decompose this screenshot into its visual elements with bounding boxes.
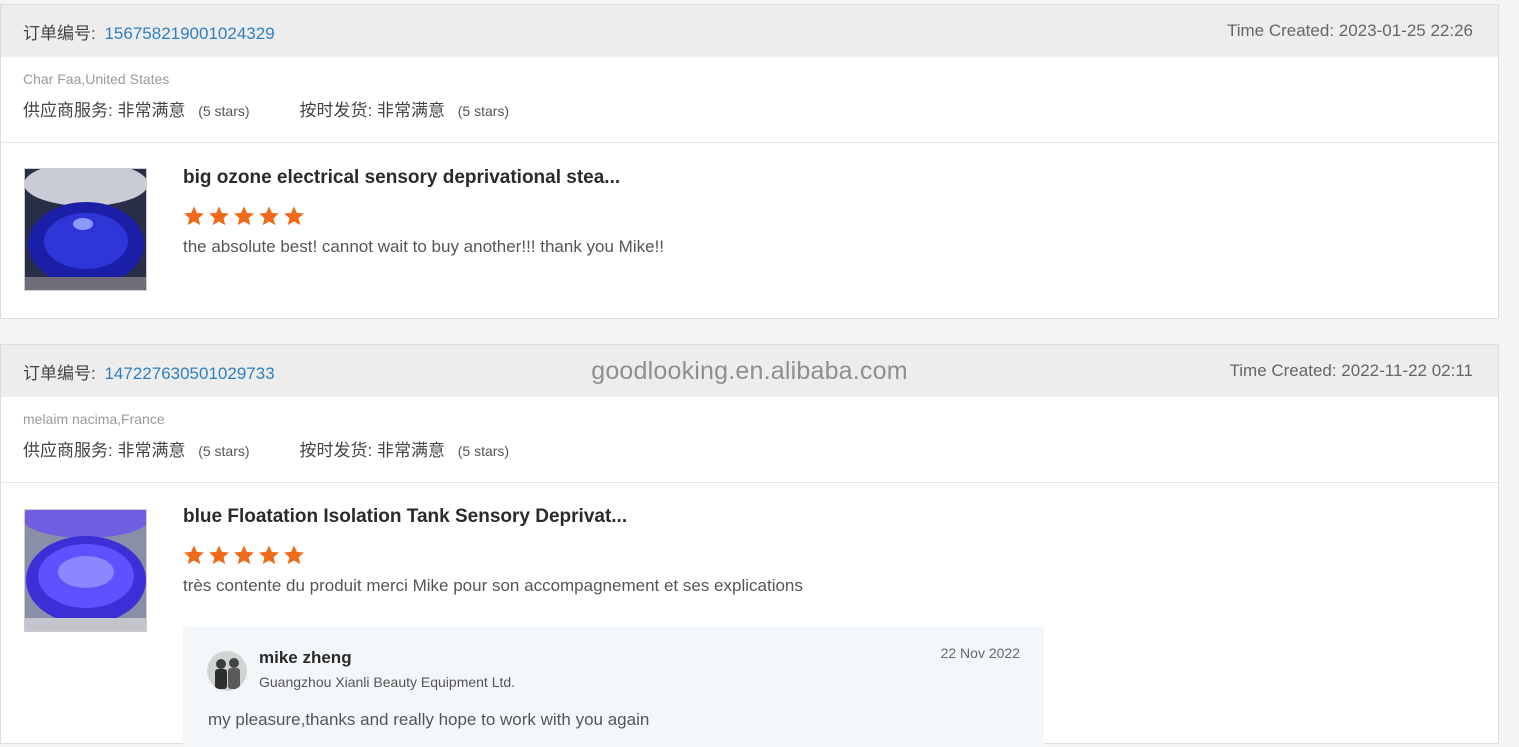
rating-value: 非常满意 — [117, 441, 186, 460]
review-comment: the absolute best! cannot wait to buy an… — [183, 237, 665, 256]
star-icon — [284, 206, 304, 226]
reply-date: 22 Nov 2022 — [940, 645, 1020, 661]
rating-value: 非常满意 — [377, 101, 446, 120]
order-header: 订单编号: 147227630501029733 goodlooking.en.… — [1, 345, 1498, 397]
order-header: 订单编号: 156758219001024329 Time Created: 2… — [1, 5, 1498, 57]
buyer-name: Char Faa,United States — [23, 71, 170, 87]
order-card: 订单编号: 156758219001024329 Time Created: 2… — [0, 4, 1499, 319]
rating-note: (5 stars) — [457, 443, 510, 459]
star-icon — [284, 545, 304, 565]
reply-company: Guangzhou Xianli Beauty Equipment Ltd. — [259, 674, 516, 690]
product-title-link[interactable]: big ozone electrical sensory deprivation… — [183, 167, 664, 189]
order-number-link[interactable]: 147227630501029733 — [104, 364, 274, 383]
supplier-reply: mike zheng Guangzhou Xianli Beauty Equip… — [183, 627, 1044, 747]
order-number-label: 订单编号: — [23, 23, 96, 43]
order-number: 订单编号: 147227630501029733 — [23, 359, 275, 384]
rating-label: 按时发货: — [299, 441, 373, 460]
star-icon — [234, 545, 254, 565]
supplier-service-rating: 供应商服务: 非常满意 (5 stars) — [23, 96, 250, 121]
order-number-link[interactable]: 156758219001024329 — [104, 24, 274, 43]
reply-author-name: mike zheng — [259, 648, 352, 667]
buyer-info: Char Faa,United States 供应商服务: 非常满意 (5 st… — [1, 57, 1498, 143]
rating-note: (5 stars) — [457, 103, 510, 119]
star-icon — [184, 545, 204, 565]
rating-value: 非常满意 — [377, 441, 446, 460]
buyer-info: melaim nacima,France 供应商服务: 非常满意 (5 star… — [1, 397, 1498, 483]
avatar — [207, 651, 247, 691]
buyer-name: melaim nacima,France — [23, 411, 165, 427]
review-body: big ozone electrical sensory deprivation… — [183, 167, 664, 257]
rating-label: 供应商服务: — [23, 101, 113, 120]
time-created: Time Created: 2022-11-22 02:11 — [1229, 361, 1474, 380]
ratings: 供应商服务: 非常满意 (5 stars) 按时发货: 非常满意 (5 star… — [23, 436, 1476, 461]
star-icon — [259, 206, 279, 226]
supplier-service-rating: 供应商服务: 非常满意 (5 stars) — [23, 436, 250, 461]
star-rating — [183, 205, 664, 227]
star-icon — [209, 206, 229, 226]
rating-label: 按时发货: — [299, 101, 373, 120]
star-icon — [234, 206, 254, 226]
rating-value: 非常满意 — [117, 101, 186, 120]
review-comment: très contente du produit merci Mike pour… — [183, 576, 803, 595]
reply-text: my pleasure,thanks and really hope to wo… — [208, 710, 650, 729]
time-created: Time Created: 2023-01-25 22:26 — [1226, 21, 1473, 40]
rating-note: (5 stars) — [198, 103, 250, 119]
product-title-link[interactable]: blue Floatation Isolation Tank Sensory D… — [183, 506, 803, 528]
star-icon — [259, 545, 279, 565]
rating-note: (5 stars) — [198, 443, 250, 459]
on-time-delivery-rating: 按时发货: 非常满意 (5 stars) — [300, 96, 510, 121]
order-card: 订单编号: 147227630501029733 goodlooking.en.… — [0, 344, 1499, 747]
product-thumbnail[interactable] — [24, 509, 147, 632]
order-number-label: 订单编号: — [23, 363, 96, 383]
ratings: 供应商服务: 非常满意 (5 stars) 按时发货: 非常满意 (5 star… — [23, 96, 1476, 121]
rating-label: 供应商服务: — [23, 441, 113, 460]
star-icon — [209, 545, 229, 565]
order-number: 订单编号: 156758219001024329 — [23, 19, 275, 44]
star-rating — [183, 544, 803, 566]
product-thumbnail[interactable] — [24, 168, 147, 291]
on-time-delivery-rating: 按时发货: 非常满意 (5 stars) — [300, 436, 510, 461]
review-body: blue Floatation Isolation Tank Sensory D… — [183, 506, 803, 596]
star-icon — [184, 206, 204, 226]
